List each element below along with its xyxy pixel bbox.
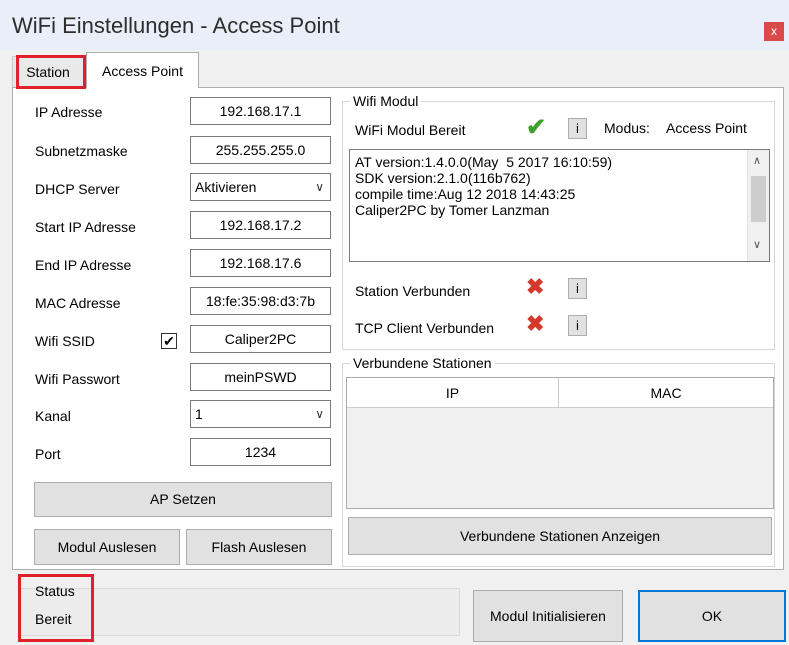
stations-table[interactable]: IP MAC: [346, 377, 774, 509]
ip-label: IP Adresse: [35, 104, 103, 120]
station-connected-label: Station Verbunden: [355, 283, 471, 299]
ip-input[interactable]: 192.168.17.1: [190, 97, 331, 125]
log-line: SDK version:2.1.0(116b762): [355, 170, 531, 186]
dhcp-label: DHCP Server: [35, 181, 120, 197]
x-red-icon: ✖: [526, 311, 545, 336]
log-line: AT version:1.4.0.0(May 5 2017 16:10:59): [355, 154, 613, 170]
subnet-input[interactable]: 255.255.255.0: [190, 136, 331, 164]
password-label: Wifi Passwort: [35, 371, 120, 387]
read-module-button[interactable]: Modul Auslesen: [34, 529, 180, 565]
highlight-box-status: [18, 574, 94, 642]
dhcp-select[interactable]: Aktivieren ∨: [190, 173, 331, 201]
mode-label: Modus:: [604, 120, 650, 136]
mac-input[interactable]: 18:fe:35:98:d3:7b: [190, 287, 331, 315]
mac-label: MAC Adresse: [35, 295, 121, 311]
station-info-button[interactable]: i: [568, 278, 587, 299]
column-header-ip[interactable]: IP: [347, 378, 559, 408]
init-module-button[interactable]: Modul Initialisieren: [473, 590, 623, 642]
close-button[interactable]: x: [764, 22, 784, 41]
port-label: Port: [35, 446, 61, 462]
module-info-button[interactable]: i: [568, 118, 587, 139]
scroll-thumb[interactable]: [751, 176, 766, 222]
port-input[interactable]: 1234: [190, 438, 331, 466]
window-title: WiFi Einstellungen - Access Point: [12, 13, 340, 38]
ssid-input[interactable]: Caliper2PC: [190, 325, 331, 353]
tcp-info-button[interactable]: i: [568, 315, 587, 336]
ap-set-button[interactable]: AP Setzen: [34, 482, 332, 517]
log-scrollbar[interactable]: ∧ ∨: [747, 150, 769, 261]
end-ip-input[interactable]: 192.168.17.6: [190, 249, 331, 277]
password-input[interactable]: meinPSWD: [190, 363, 331, 391]
close-icon: x: [771, 24, 777, 38]
module-log-textarea[interactable]: AT version:1.4.0.0(May 5 2017 16:10:59) …: [349, 149, 770, 262]
wifi-module-title: Wifi Modul: [350, 93, 422, 109]
column-header-mac[interactable]: MAC: [559, 378, 773, 408]
highlight-box-station-tab: [16, 55, 86, 89]
log-line: Caliper2PC by Tomer Lanzman: [355, 202, 550, 218]
stations-group-title: Verbundene Stationen: [350, 355, 495, 371]
channel-label: Kanal: [35, 408, 71, 424]
show-stations-button[interactable]: Verbundene Stationen Anzeigen: [348, 517, 772, 555]
tab-access-point[interactable]: Access Point: [86, 52, 199, 88]
start-ip-input[interactable]: 192.168.17.2: [190, 211, 331, 239]
tcp-client-label: TCP Client Verbunden: [355, 320, 495, 336]
subnet-label: Subnetzmaske: [35, 143, 128, 159]
channel-selected: 1: [195, 406, 203, 422]
chevron-down-icon: ∨: [315, 407, 324, 421]
dhcp-selected: Aktivieren: [195, 179, 257, 195]
scroll-up-icon[interactable]: ∧: [753, 154, 761, 167]
mode-value: Access Point: [666, 120, 747, 136]
start-ip-label: Start IP Adresse: [35, 219, 136, 235]
channel-select[interactable]: 1 ∨: [190, 400, 331, 428]
read-flash-button[interactable]: Flash Auslesen: [186, 529, 332, 565]
chevron-down-icon: ∨: [315, 180, 324, 194]
ssid-label: Wifi SSID: [35, 333, 95, 349]
log-line: compile time:Aug 12 2018 14:43:25: [355, 186, 576, 202]
ok-button[interactable]: OK: [638, 590, 786, 642]
scroll-down-icon[interactable]: ∨: [753, 238, 761, 251]
end-ip-label: End IP Adresse: [35, 257, 132, 273]
module-ready-label: WiFi Modul Bereit: [355, 122, 466, 138]
check-green-icon: ✔: [526, 114, 547, 141]
x-red-icon: ✖: [526, 274, 545, 299]
ssid-checkbox[interactable]: ✔: [161, 333, 177, 349]
